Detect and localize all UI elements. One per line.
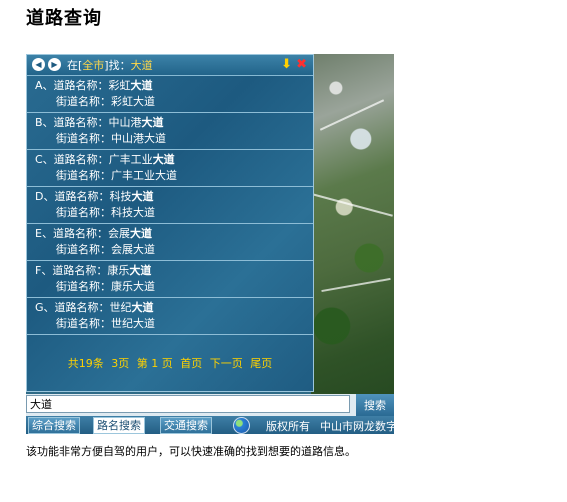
total-count: 共19条 xyxy=(67,357,104,370)
chevron-left-icon[interactable]: ◀ xyxy=(32,58,45,71)
tab-road-search[interactable]: 路名搜索 xyxy=(93,417,145,434)
result-item-f[interactable]: F、道路名称：康乐大道 街道名称：康乐大道 xyxy=(27,261,313,298)
road-search-widget: ◀ ▶ 在[全市]找：大道 ⬇ ✖ A、道路名称：彩虹大道 街道名称：彩虹大道 … xyxy=(26,54,394,434)
globe-icon xyxy=(233,417,250,434)
arrow-down-icon[interactable]: ⬇ xyxy=(281,57,292,72)
tab-bar: 综合搜索 路名搜索 交通搜索 版权所有 中山市网龙数字 xyxy=(26,416,394,434)
first-page-link[interactable]: 首页 xyxy=(180,357,202,370)
pagination: 共19条 3页 第 1 页 首页 下一页 尾页 xyxy=(27,355,313,371)
scope-link[interactable]: 全市 xyxy=(82,59,104,72)
tab-traffic-search[interactable]: 交通搜索 xyxy=(160,417,212,434)
result-item-a[interactable]: A、道路名称：彩虹大道 街道名称：彩虹大道 xyxy=(27,76,313,113)
company-name: 中山市网龙数字 xyxy=(320,420,394,433)
result-item-e[interactable]: E、道路名称：会展大道 街道名称：会展大道 xyxy=(27,224,313,261)
search-input[interactable] xyxy=(26,395,350,413)
map-view[interactable] xyxy=(311,54,394,394)
search-button[interactable]: 搜索 xyxy=(356,394,394,416)
close-icon[interactable]: ✖ xyxy=(296,57,307,72)
result-item-c[interactable]: C、道路名称：广丰工业大道 街道名称：广丰工业大道 xyxy=(27,150,313,187)
last-page-link[interactable]: 尾页 xyxy=(250,357,272,370)
current-page: 第 1 页 xyxy=(136,357,173,370)
page-count: 3页 xyxy=(111,357,130,370)
search-scope-text: 在[全市]找：大道 xyxy=(67,59,153,72)
tab-general-search[interactable]: 综合搜索 xyxy=(28,417,80,434)
panel-header: ◀ ▶ 在[全市]找：大道 ⬇ ✖ xyxy=(27,55,313,76)
chevron-right-icon[interactable]: ▶ xyxy=(48,58,61,71)
copyright-text: 版权所有 xyxy=(266,420,310,433)
results-list: A、道路名称：彩虹大道 街道名称：彩虹大道 B、道路名称：中山港大道 街道名称：… xyxy=(27,76,313,335)
result-item-b[interactable]: B、道路名称：中山港大道 街道名称：中山港大道 xyxy=(27,113,313,150)
result-item-g[interactable]: G、道路名称：世纪大道 街道名称：世纪大道 xyxy=(27,298,313,335)
next-page-link[interactable]: 下一页 xyxy=(210,357,243,370)
result-item-d[interactable]: D、道路名称：科技大道 街道名称：科技大道 xyxy=(27,187,313,224)
feature-description: 该功能非常方便自驾的用户，可以快速准确的找到想要的道路信息。 xyxy=(26,445,356,458)
search-bar: 搜索 xyxy=(26,394,394,416)
search-keyword: 大道 xyxy=(130,59,153,72)
page-title: 道路查询 xyxy=(26,8,102,29)
results-panel: ◀ ▶ 在[全市]找：大道 ⬇ ✖ A、道路名称：彩虹大道 街道名称：彩虹大道 … xyxy=(26,54,314,392)
